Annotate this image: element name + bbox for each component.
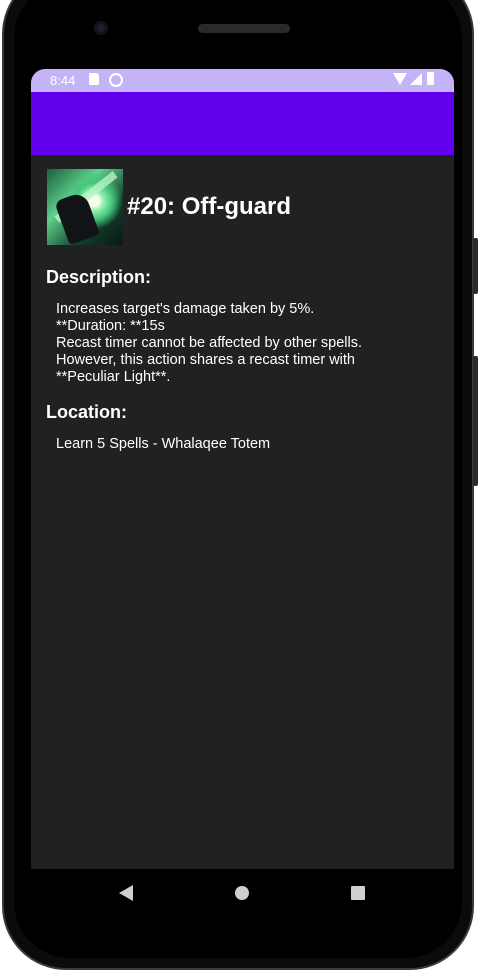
power-button [473, 238, 478, 294]
description-heading: Description: [46, 267, 152, 287]
description-text: Increases target's damage taken by 5%. *… [56, 301, 436, 386]
sd-card-icon [89, 73, 99, 85]
recents-icon[interactable] [351, 886, 365, 900]
wifi-icon [393, 73, 407, 85]
spell-detail: #20: Off-guard Description: Increases ta… [31, 155, 454, 869]
device-screen: 8:44 #20: Off-guard Description: Increas… [31, 69, 454, 915]
spell-image-figure [54, 190, 100, 245]
sync-icon [109, 73, 123, 87]
app-bar [31, 92, 454, 155]
volume-button [473, 356, 478, 486]
status-time: 8:44 [50, 73, 76, 88]
description-line: Increases target's damage taken by 5%. [56, 301, 315, 317]
status-bar: 8:44 [31, 69, 454, 92]
battery-icon [427, 72, 434, 85]
navigation-bar [31, 869, 454, 915]
home-icon[interactable] [235, 886, 249, 900]
phone-frame: 8:44 #20: Off-guard Description: Increas… [0, 0, 487, 970]
front-camera [94, 21, 108, 35]
description-line: **Duration: **15s [56, 318, 165, 334]
spell-image [47, 169, 123, 245]
spell-header: #20: Off-guard [47, 169, 291, 245]
signal-icon [410, 73, 422, 85]
description-line: **Peculiar Light**. [56, 369, 171, 385]
description-line: However, this action shares a recast tim… [56, 352, 355, 368]
earpiece-speaker [198, 24, 290, 33]
description-line: Recast timer cannot be affected by other… [56, 335, 363, 351]
back-icon[interactable] [119, 885, 133, 901]
location-heading: Location: [46, 402, 127, 422]
spell-title: #20: Off-guard [127, 193, 292, 220]
location-text: Learn 5 Spells - Whalaqee Totem [56, 436, 271, 452]
